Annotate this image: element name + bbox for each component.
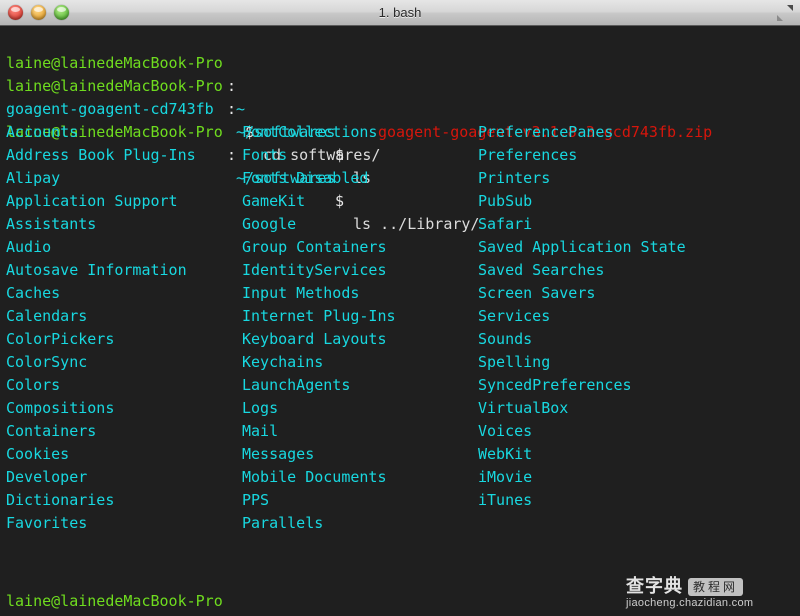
library-entry[interactable]: Compositions (6, 397, 114, 420)
prompt-line-3: laine@lainedeMacBook-Pro : ~/softwares $… (0, 98, 800, 233)
softwares-listing-row: goagent-goagent-cd743fb goagent-goagent-… (0, 75, 800, 141)
library-entry[interactable]: Fonts Disabled (242, 167, 368, 190)
library-entry[interactable]: GameKit (242, 190, 305, 213)
library-entry[interactable]: VirtualBox (478, 397, 568, 420)
library-entry[interactable]: Logs (242, 397, 278, 420)
library-entry[interactable]: Screen Savers (478, 282, 595, 305)
library-entry[interactable]: Application Support (6, 190, 178, 213)
library-entry[interactable]: Assistants (6, 213, 96, 236)
terminal-window: 1. bash laine@lainedeMacBook-Pro : ~ $ c… (0, 0, 800, 616)
library-entry[interactable]: Fonts (242, 144, 287, 167)
prompt-colon: : (227, 146, 237, 164)
library-entry[interactable]: Saved Application State (478, 236, 686, 259)
library-entry[interactable]: Google (242, 213, 296, 236)
library-entry[interactable]: Accounts (6, 121, 78, 144)
library-entry[interactable]: Alipay (6, 167, 60, 190)
library-entry[interactable]: LaunchAgents (242, 374, 350, 397)
library-entry[interactable]: Dictionaries (6, 489, 114, 512)
library-entry[interactable]: Developer (6, 466, 87, 489)
prompt-dollar: $ (335, 146, 345, 164)
library-entry[interactable]: PreferencePanes (478, 121, 613, 144)
library-entry[interactable]: Printers (478, 167, 550, 190)
watermark-brand-row: 查字典 教程网 (626, 576, 792, 597)
library-entry[interactable]: iTunes (478, 489, 532, 512)
window-title: 1. bash (378, 5, 422, 20)
library-entry[interactable]: Input Methods (242, 282, 359, 305)
library-entry[interactable]: Services (478, 305, 550, 328)
library-entry[interactable]: Colors (6, 374, 60, 397)
library-entry[interactable]: Caches (6, 282, 60, 305)
terminal-screen[interactable]: laine@lainedeMacBook-Pro : ~ $ cd softwa… (0, 26, 800, 616)
library-entry[interactable]: Safari (478, 213, 532, 236)
library-entry[interactable]: Autosave Information (6, 259, 187, 282)
library-entry[interactable]: SyncedPreferences (478, 374, 632, 397)
library-entry[interactable]: FontCollections (242, 121, 377, 144)
library-entry[interactable]: Audio (6, 236, 51, 259)
library-entry[interactable]: Cookies (6, 443, 69, 466)
library-entry[interactable]: IdentityServices (242, 259, 387, 282)
library-entry[interactable]: Parallels (242, 512, 323, 535)
library-entry[interactable]: Mobile Documents (242, 466, 387, 489)
library-entry[interactable]: Internet Plug-Ins (242, 305, 396, 328)
library-entry[interactable]: Favorites (6, 512, 87, 535)
prompt-line-1: laine@lainedeMacBook-Pro : ~ $ cd softwa… (0, 29, 800, 164)
fullscreen-icon[interactable] (776, 4, 794, 22)
library-entry[interactable]: iMovie (478, 466, 532, 489)
library-entry[interactable]: Saved Searches (478, 259, 604, 282)
library-entry[interactable]: Group Containers (242, 236, 387, 259)
library-entry[interactable]: Address Book Plug-Ins (6, 144, 196, 167)
command-text: ls ../Library/ (344, 215, 480, 233)
watermark-brand: 查字典 (626, 576, 683, 597)
prompt-line-2: laine@lainedeMacBook-Pro : ~/softwares $… (0, 52, 800, 187)
library-entry[interactable]: Keychains (242, 351, 323, 374)
watermark-badge: 教程网 (688, 577, 744, 596)
library-entry[interactable]: Preferences (478, 144, 577, 167)
library-entry[interactable]: Messages (242, 443, 314, 466)
library-entry[interactable]: Sounds (478, 328, 532, 351)
library-entry[interactable]: Spelling (478, 351, 550, 374)
prompt-user-host: laine@lainedeMacBook-Pro (6, 592, 223, 610)
library-entry[interactable]: WebKit (478, 443, 532, 466)
library-entry[interactable]: Voices (478, 420, 532, 443)
watermark: 查字典 教程网 jiaocheng.chazidian.com (626, 576, 792, 610)
library-entry[interactable]: PubSub (478, 190, 532, 213)
library-entry[interactable]: Containers (6, 420, 96, 443)
library-entry[interactable]: Calendars (6, 305, 87, 328)
window-titlebar[interactable]: 1. bash (0, 0, 800, 26)
watermark-url: jiaocheng.chazidian.com (626, 597, 754, 609)
library-entry[interactable]: Mail (242, 420, 278, 443)
prompt-dollar: $ (335, 192, 345, 210)
library-entry[interactable]: ColorSync (6, 351, 87, 374)
library-entry[interactable]: PPS (242, 489, 269, 512)
library-entry[interactable]: Keyboard Layouts (242, 328, 387, 351)
library-entry[interactable]: ColorPickers (6, 328, 114, 351)
